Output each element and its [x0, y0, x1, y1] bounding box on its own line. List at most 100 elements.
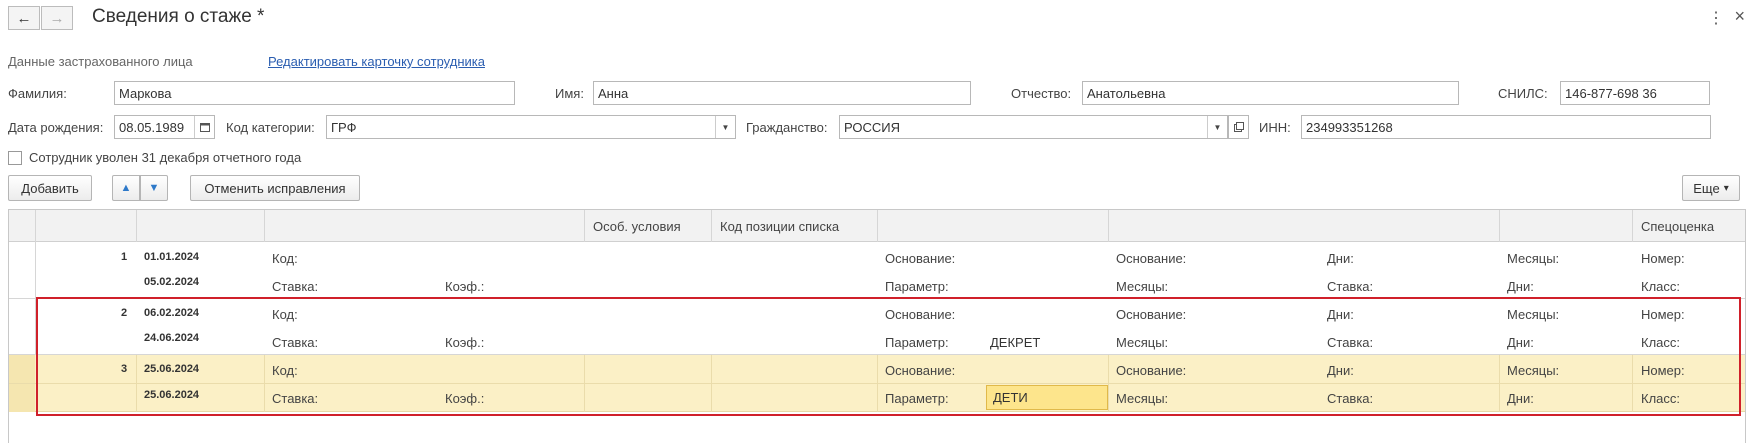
more-button-label: Еще: [1693, 180, 1720, 196]
header-osob[interactable]: Особ. условия: [593, 219, 681, 234]
osnovanie2-label: Основание:: [1116, 363, 1187, 378]
citizenship-label: Гражданство:: [746, 120, 828, 135]
mesyacy-label: Месяцы:: [1116, 279, 1169, 294]
row-number: 3: [121, 363, 128, 375]
parametr-label: Параметр:: [885, 335, 949, 350]
forward-button[interactable]: →: [41, 6, 73, 30]
inn-field[interactable]: 234993351268: [1301, 115, 1711, 139]
mesyacy-label: Месяцы:: [1116, 391, 1169, 406]
more-menu-icon[interactable]: ⋮: [1708, 8, 1724, 28]
stavka-label: Ставка:: [272, 391, 319, 406]
category-value: ГРФ: [331, 120, 357, 135]
open-window-icon: [1233, 122, 1244, 132]
osnovanie-label: Основание:: [885, 363, 956, 378]
arrow-up-icon: ▲: [120, 182, 132, 194]
chevron-down-icon[interactable]: ▼: [1207, 116, 1227, 138]
experience-table[interactable]: Особ. условия Код позиции списка Спецоце…: [8, 209, 1746, 443]
first-name-label: Имя:: [555, 86, 584, 101]
first-name-field[interactable]: Анна: [593, 81, 971, 105]
inn-label: ИНН:: [1259, 120, 1291, 135]
klass-label: Класс:: [1641, 391, 1680, 406]
category-label: Код категории:: [226, 120, 315, 135]
osnovanie-label: Основание:: [885, 307, 956, 322]
stavka-label: Ставка:: [272, 335, 319, 350]
stavka-label: Ставка:: [272, 279, 319, 294]
klass-label: Класс:: [1641, 335, 1680, 350]
koef-label: Коэф.:: [445, 391, 485, 406]
stavka2-label: Ставка:: [1327, 335, 1374, 350]
category-select[interactable]: ГРФ ▼: [326, 115, 736, 139]
dni2-label: Дни:: [1507, 391, 1534, 406]
more-button[interactable]: Еще ▾: [1682, 175, 1740, 201]
back-arrow-icon: ←: [16, 9, 32, 27]
dni-label: Дни:: [1327, 251, 1354, 266]
citizenship-value: РОССИЯ: [844, 120, 901, 135]
fired-checkbox[interactable]: [8, 151, 22, 165]
parametr-value[interactable]: ДЕКРЕТ: [990, 335, 1040, 350]
date-to: 25.06.2024: [144, 389, 200, 401]
patronymic-field[interactable]: Анатольевна: [1082, 81, 1459, 105]
fired-checkbox-label: Сотрудник уволен 31 декабря отчетного го…: [29, 150, 302, 165]
stavka2-label: Ставка:: [1327, 279, 1374, 294]
dni2-label: Дни:: [1507, 279, 1534, 294]
kod-label: Код:: [272, 251, 298, 266]
birth-date-label: Дата рождения:: [8, 120, 104, 135]
osnovanie2-label: Основание:: [1116, 251, 1187, 266]
mesyacy-label: Месяцы:: [1116, 335, 1169, 350]
mesyacy2-label: Месяцы:: [1507, 363, 1560, 378]
koef-label: Коэф.:: [445, 279, 485, 294]
chevron-down-icon[interactable]: ▼: [715, 116, 735, 138]
nomer-label: Номер:: [1641, 363, 1685, 378]
last-name-label: Фамилия:: [8, 86, 67, 101]
section-label: Данные застрахованного лица: [8, 54, 193, 69]
table-row[interactable]: 1 01.01.2024 05.02.2024 Код: Ставка: Коэ…: [9, 242, 1745, 299]
osnovanie2-label: Основание:: [1116, 307, 1187, 322]
row-number: 1: [121, 251, 128, 263]
citizenship-select[interactable]: РОССИЯ ▼: [839, 115, 1228, 139]
parametr-label: Параметр:: [885, 279, 949, 294]
parametr-label: Параметр:: [885, 391, 949, 406]
stavka2-label: Ставка:: [1327, 391, 1374, 406]
koef-label: Коэф.:: [445, 335, 485, 350]
table-header: Особ. условия Код позиции списка Спецоце…: [9, 210, 1745, 242]
mesyacy2-label: Месяцы:: [1507, 307, 1560, 322]
mesyacy2-label: Месяцы:: [1507, 251, 1560, 266]
move-up-button[interactable]: ▲: [112, 175, 140, 201]
dni2-label: Дни:: [1507, 335, 1534, 350]
open-citizenship-button[interactable]: [1228, 115, 1249, 139]
kod-label: Код:: [272, 363, 298, 378]
close-icon[interactable]: ×: [1734, 6, 1745, 27]
nomer-label: Номер:: [1641, 307, 1685, 322]
snils-field[interactable]: 146-877-698 36: [1560, 81, 1710, 105]
add-button[interactable]: Добавить: [8, 175, 92, 201]
header-spec[interactable]: Спецоценка: [1641, 219, 1714, 234]
table-row[interactable]: 2 06.02.2024 24.06.2024 Код: Ставка: Коэ…: [9, 299, 1745, 355]
date-from: 25.06.2024: [144, 363, 200, 375]
page-title: Сведения о стаже *: [92, 6, 265, 27]
cancel-corrections-button[interactable]: Отменить исправления: [190, 175, 360, 201]
table-row-selected[interactable]: 3 25.06.2024 25.06.2024 Код: Ставка: Коэ…: [9, 355, 1745, 412]
birth-date-field[interactable]: 08.05.1989: [114, 115, 215, 139]
forward-arrow-icon: →: [49, 9, 65, 27]
active-cell[interactable]: ДЕТИ: [986, 385, 1108, 410]
last-name-field[interactable]: Маркова: [114, 81, 515, 105]
arrow-down-icon: ▼: [148, 182, 160, 194]
parametr-value[interactable]: ДЕТИ: [993, 390, 1028, 405]
date-to: 05.02.2024: [144, 276, 200, 288]
move-down-button[interactable]: ▼: [140, 175, 168, 201]
klass-label: Класс:: [1641, 279, 1680, 294]
dni-label: Дни:: [1327, 307, 1354, 322]
calendar-icon[interactable]: [194, 116, 214, 138]
row-number: 2: [121, 307, 128, 319]
snils-label: СНИЛС:: [1498, 86, 1548, 101]
date-to: 24.06.2024: [144, 332, 200, 344]
nomer-label: Номер:: [1641, 251, 1685, 266]
header-kod-pos[interactable]: Код позиции списка: [720, 219, 839, 234]
edit-employee-link[interactable]: Редактировать карточку сотрудника: [268, 54, 485, 69]
birth-date-value: 08.05.1989: [119, 120, 185, 135]
dni-label: Дни:: [1327, 363, 1354, 378]
chevron-down-icon: ▾: [1723, 182, 1729, 194]
back-button[interactable]: ←: [8, 6, 40, 30]
patronymic-label: Отчество:: [1011, 86, 1072, 101]
osnovanie-label: Основание:: [885, 251, 956, 266]
